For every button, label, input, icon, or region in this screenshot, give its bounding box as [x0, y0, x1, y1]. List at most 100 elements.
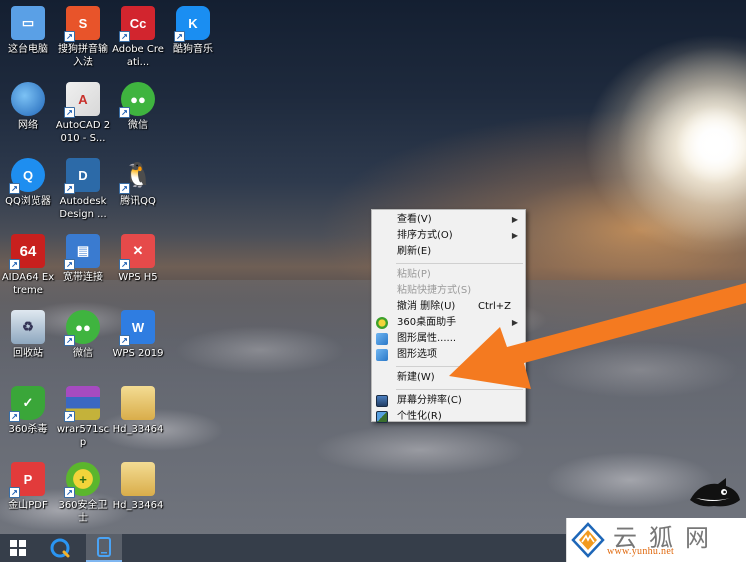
kingsoft-pdf-icon: P ↗: [9, 462, 45, 498]
menu-item-label: 刷新(E): [397, 246, 432, 257]
menu-item-shortcut: Ctrl+Z: [477, 301, 511, 312]
menu-item-label: 图形选项: [397, 349, 437, 360]
desktop-icon-label: Adobe Creati...: [112, 44, 164, 68]
kugou-icon: K ↗: [174, 6, 210, 42]
menu-item-graphics-properties[interactable]: 图形属性......: [372, 331, 525, 347]
yunhu-logo-icon: [571, 522, 605, 558]
desktop-icon-autocad[interactable]: A ↗ AutoCAD 2010 - S...: [55, 82, 111, 145]
desktop-icon-wechat-2[interactable]: ●● ↗ 微信: [55, 310, 111, 360]
desktop-icon-label: 回收站: [13, 348, 43, 359]
wallpaper-sun: [530, 40, 746, 260]
desktop-icon-label: 酷狗音乐: [173, 44, 213, 55]
winrar-icon: ↗: [64, 386, 100, 422]
desktop-icon-label: QQ浏览器: [5, 196, 51, 207]
desktop-icon-label: 网络: [18, 120, 38, 131]
menu-item-label: 新建(W): [397, 372, 435, 383]
screen-resolution-icon: [376, 395, 388, 407]
desktop-icon-qq-browser[interactable]: Q ↗ QQ浏览器: [0, 158, 56, 208]
desktop-icon-autodesk-design[interactable]: D ↗ Autodesk Design ...: [55, 158, 111, 221]
submenu-arrow-icon: ▶: [511, 215, 518, 224]
desktop-icon-label: WPS 2019: [112, 348, 164, 359]
qq-browser-icon: Q ↗: [9, 158, 45, 194]
desktop-icon-winrar[interactable]: ↗ wrar571scp: [55, 386, 111, 449]
desktop-icon-label: AutoCAD 2010 - S...: [55, 120, 111, 144]
menu-item-label: 查看(V): [397, 214, 432, 225]
network-icon: [11, 82, 45, 116]
menu-item-new[interactable]: 新建(W) ▶: [372, 370, 525, 386]
360-desktop-icon: [376, 317, 388, 329]
desktop-context-menu: 查看(V) ▶ 排序方式(O) ▶ 刷新(E) 粘贴(P) 粘贴快捷方式(S) …: [371, 209, 526, 425]
adobe-cc-icon: Cc ↗: [119, 6, 155, 42]
start-button[interactable]: [0, 534, 36, 562]
menu-item-label: 屏幕分辨率(C): [397, 395, 462, 406]
desktop-icon-360-security[interactable]: + ↗ 360安全卫士: [55, 462, 111, 525]
desktop-icon-recycle-bin[interactable]: ♻ 回收站: [0, 310, 56, 360]
menu-item-graphics-options[interactable]: 图形选项: [372, 347, 525, 363]
desktop-icon-label: Hd_33464: [112, 500, 164, 511]
submenu-arrow-icon: ▶: [511, 231, 518, 240]
menu-item-label: 排序方式(O): [397, 230, 453, 241]
desktop-icon-label: 金山PDF: [8, 500, 48, 511]
windows-start-icon: [10, 540, 26, 556]
menu-item-label: 个性化(R): [397, 411, 442, 422]
phone-icon: [97, 537, 111, 557]
wechat-icon: ●● ↗: [119, 82, 155, 118]
desktop-icon-hd-folder-2[interactable]: Hd_33464: [110, 462, 166, 512]
desktop-icon-label: 360杀毒: [8, 424, 48, 435]
desktop-icon-label: wrar571scp: [56, 424, 110, 448]
desktop-icon-network[interactable]: 网络: [0, 82, 56, 132]
menu-item-paste-shortcut: 粘贴快捷方式(S): [372, 283, 525, 299]
menu-item-label: 360桌面助手: [397, 317, 457, 328]
menu-item-360-desktop[interactable]: 360桌面助手 ▶: [372, 315, 525, 331]
desktop-icon-wps-h5[interactable]: ✕ ↗ WPS H5: [110, 234, 166, 284]
desktop-icon-qq[interactable]: 🐧 ↗ 腾讯QQ: [110, 158, 166, 208]
qq-browser-icon: [50, 538, 70, 558]
computer-icon: ▭: [11, 6, 45, 40]
autocad-icon: A ↗: [64, 82, 100, 118]
menu-item-screen-resolution[interactable]: 屏幕分辨率(C): [372, 393, 525, 409]
menu-item-paste: 粘贴(P): [372, 267, 525, 283]
menu-separator: [396, 366, 523, 367]
menu-item-undo-delete[interactable]: 撤消 删除(U) Ctrl+Z: [372, 299, 525, 315]
desktop-icon-wps-2019[interactable]: W ↗ WPS 2019: [110, 310, 166, 360]
desktop-icon-label: AIDA64 Extreme: [1, 272, 55, 296]
wps-icon: W ↗: [119, 310, 155, 346]
desktop-icon-label: Autodesk Design ...: [59, 196, 107, 220]
wechat-icon: ●● ↗: [64, 310, 100, 346]
desktop-icon-label: 腾讯QQ: [120, 196, 156, 207]
desktop-icon-broadband[interactable]: ▤ ↗ 宽带连接: [55, 234, 111, 284]
graphics-options-icon: [376, 349, 388, 361]
desktop-icon-adobe-cc[interactable]: Cc ↗ Adobe Creati...: [110, 6, 166, 69]
desktop-icon-label: 宽带连接: [63, 272, 103, 283]
360-security-icon: + ↗: [64, 462, 100, 498]
broadband-icon: ▤ ↗: [64, 234, 100, 270]
wps-h5-icon: ✕ ↗: [119, 234, 155, 270]
desktop-icon-kugou[interactable]: K ↗ 酷狗音乐: [165, 6, 221, 56]
desktop-icon-360-antivirus[interactable]: ✓ ↗ 360杀毒: [0, 386, 56, 436]
desktop-icon-hd-folder-1[interactable]: Hd_33464: [110, 386, 166, 436]
desktop-icon-label: 微信: [128, 120, 148, 131]
qq-icon: 🐧 ↗: [119, 158, 155, 194]
menu-item-sort-by[interactable]: 排序方式(O) ▶: [372, 228, 525, 244]
aida64-icon: 64 ↗: [9, 234, 45, 270]
menu-item-view[interactable]: 查看(V) ▶: [372, 212, 525, 228]
menu-item-personalize[interactable]: 个性化(R): [372, 409, 525, 425]
desktop-icon-label: 这台电脑: [8, 44, 48, 55]
menu-item-label: 粘贴快捷方式(S): [397, 285, 472, 296]
menu-item-label: 撤消 删除(U): [397, 301, 456, 312]
personalize-icon: [376, 411, 388, 423]
desktop-icon-label: WPS H5: [118, 272, 158, 283]
watermark-url: www.yunhu.net: [607, 546, 675, 557]
desktop-icon-aida64[interactable]: 64 ↗ AIDA64 Extreme: [0, 234, 56, 297]
mascot-icon: [690, 478, 740, 507]
desktop-icon-label: 360安全卫士: [58, 500, 108, 524]
desktop-icon-wechat[interactable]: ●● ↗ 微信: [110, 82, 166, 132]
menu-item-refresh[interactable]: 刷新(E): [372, 244, 525, 260]
desktop-icon-sogou[interactable]: S ↗ 搜狗拼音输入法: [55, 6, 111, 69]
taskbar-qq-browser[interactable]: [42, 534, 78, 562]
desktop-icon-kingsoft-pdf[interactable]: P ↗ 金山PDF: [0, 462, 56, 512]
taskbar-phone-assistant[interactable]: [86, 534, 122, 562]
menu-separator: [396, 263, 523, 264]
desktop-icon-this-pc[interactable]: ▭ 这台电脑: [0, 6, 56, 56]
folder-icon: [121, 462, 155, 496]
